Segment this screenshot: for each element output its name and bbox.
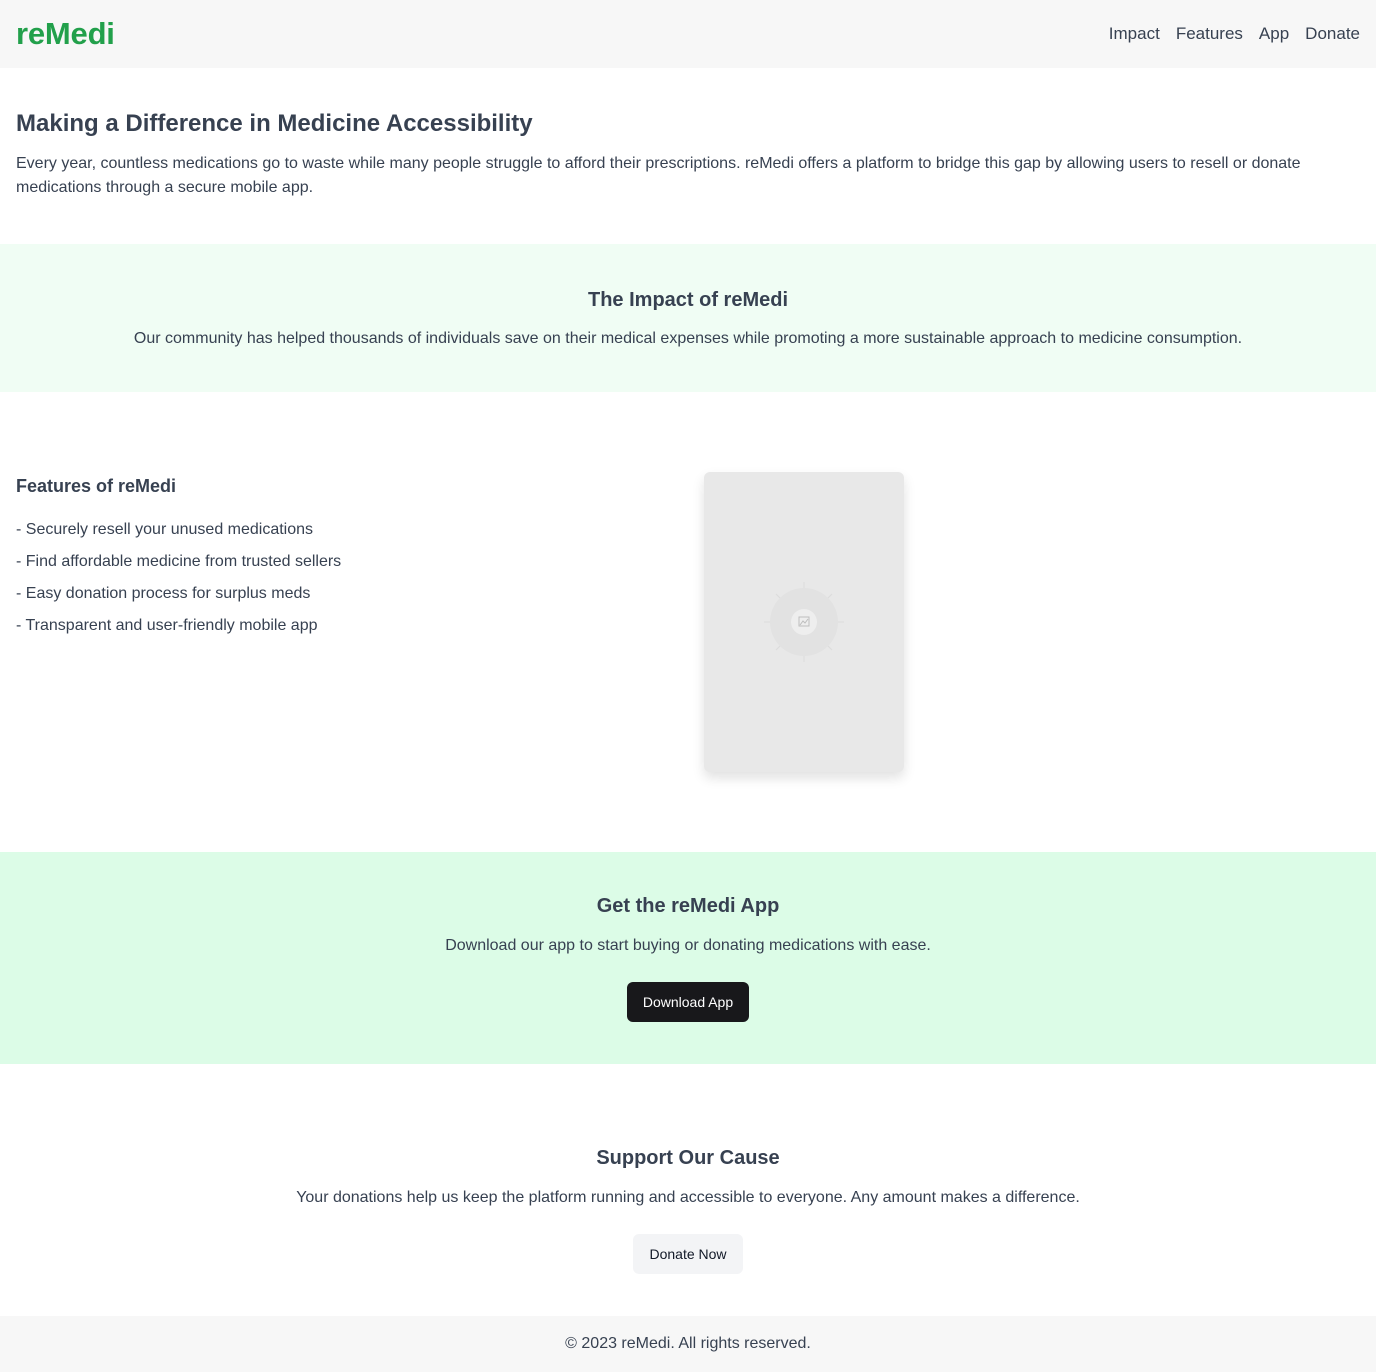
- features-list: - Securely resell your unused medication…: [16, 518, 341, 638]
- support-section: Support Our Cause Your donations help us…: [0, 1064, 1376, 1316]
- nav-link-app[interactable]: App: [1259, 24, 1289, 44]
- support-description: Your donations help us keep the platform…: [296, 1189, 1080, 1206]
- feature-item: - Securely resell your unused medication…: [16, 521, 314, 538]
- nav-link-donate[interactable]: Donate: [1305, 24, 1360, 44]
- nav-link-features[interactable]: Features: [1176, 24, 1243, 44]
- hero-title: Making a Difference in Medicine Accessib…: [16, 110, 533, 137]
- features-section: Features of reMedi - Securely resell you…: [0, 392, 1376, 852]
- image-placeholder-icon: [764, 582, 844, 662]
- app-download-section: Get the reMedi App Download our app to s…: [0, 852, 1376, 1064]
- site-footer: © 2023 reMedi. All rights reserved.: [0, 1316, 1376, 1372]
- impact-title: The Impact of reMedi: [587, 289, 789, 311]
- hero-description: Every year, countless medications go to …: [16, 155, 1301, 196]
- impact-description: Our community has helped thousands of in…: [133, 330, 1243, 347]
- main-nav: Impact Features App Donate: [1109, 24, 1360, 44]
- site-header: reMedi Impact Features App Donate: [0, 0, 1376, 68]
- support-title: Support Our Cause: [596, 1147, 780, 1169]
- features-list-column: Features of reMedi - Securely resell you…: [16, 472, 341, 646]
- features-title: Features of reMedi: [16, 476, 177, 496]
- cta-title: Get the reMedi App: [596, 895, 780, 917]
- copyright-text: © 2023 reMedi. All rights reserved.: [565, 1335, 811, 1352]
- brand-logo[interactable]: reMedi: [16, 16, 115, 52]
- feature-item: - Easy donation process for surplus meds: [16, 585, 311, 602]
- feature-item: - Transparent and user-friendly mobile a…: [16, 617, 318, 634]
- impact-section: The Impact of reMedi Our community has h…: [0, 244, 1376, 392]
- app-preview-image: [704, 472, 904, 772]
- hero-section: Making a Difference in Medicine Accessib…: [0, 68, 1376, 244]
- feature-item: - Find affordable medicine from trusted …: [16, 553, 342, 570]
- cta-description: Download our app to start buying or dona…: [445, 937, 931, 954]
- download-app-button[interactable]: Download App: [626, 982, 750, 1022]
- donate-now-button[interactable]: Donate Now: [633, 1234, 743, 1274]
- nav-link-impact[interactable]: Impact: [1109, 24, 1160, 44]
